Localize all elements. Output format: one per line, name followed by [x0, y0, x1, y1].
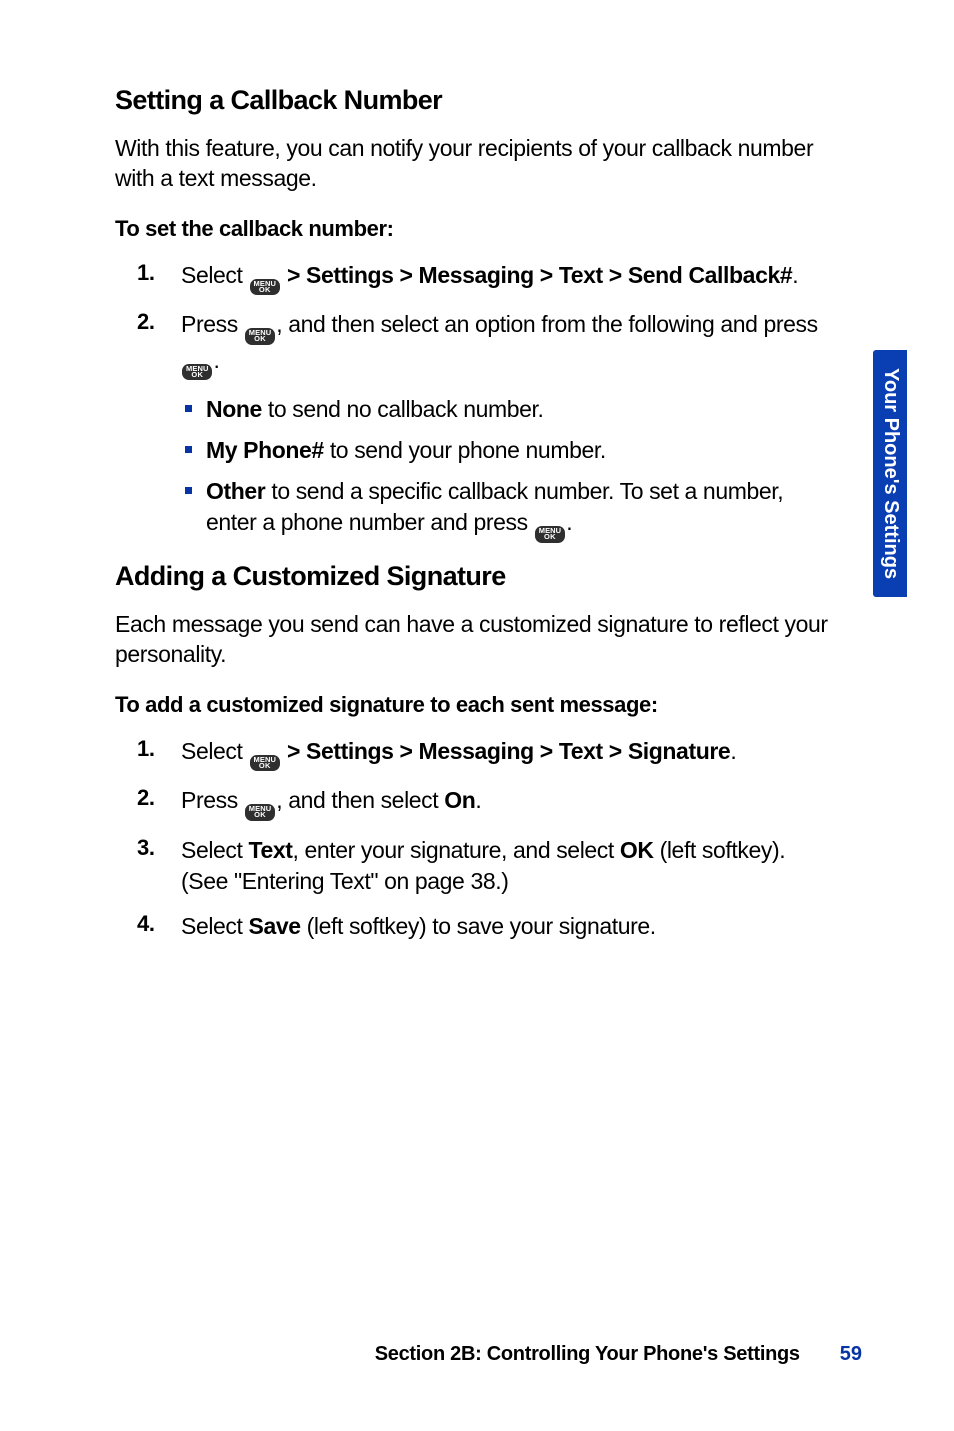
- page-content: Setting a Callback Number With this feat…: [115, 85, 835, 956]
- heading-callback: Setting a Callback Number: [115, 85, 835, 116]
- steps-signature: 1. Select MENUOK > Settings > Messaging …: [137, 736, 835, 942]
- menu-ok-icon: MENUOK: [535, 526, 565, 543]
- nav-path: > Settings > Messaging > Text > Send Cal…: [281, 262, 792, 288]
- step-body: Select MENUOK > Settings > Messaging > T…: [181, 736, 835, 772]
- text: to send your phone number.: [324, 437, 606, 463]
- step-number: 1.: [137, 260, 181, 286]
- text: .: [730, 738, 736, 764]
- text-on: On: [444, 787, 475, 813]
- step-item: 2. Press MENUOK, and then select an opti…: [137, 309, 835, 380]
- page-number: 59: [840, 1343, 862, 1366]
- text: to send no callback number.: [262, 396, 544, 422]
- step-number: 4.: [137, 911, 181, 937]
- text: .: [213, 347, 219, 373]
- subhead-callback: To set the callback number:: [115, 216, 835, 242]
- heading-signature: Adding a Customized Signature: [115, 561, 835, 592]
- nav-path: > Settings > Messaging > Text > Signatur…: [281, 738, 730, 764]
- text: Select: [181, 262, 249, 288]
- step-body: Select Save (left softkey) to save your …: [181, 911, 835, 942]
- text: Select: [181, 913, 249, 939]
- step-body: Press MENUOK, and then select On.: [181, 785, 835, 821]
- text: Press: [181, 787, 244, 813]
- step-number: 2.: [137, 785, 181, 811]
- bullet-body: Other to send a specific callback number…: [206, 476, 835, 543]
- bullet-item: None to send no callback number.: [185, 394, 835, 425]
- step-item: 4. Select Save (left softkey) to save yo…: [137, 911, 835, 942]
- step-number: 1.: [137, 736, 181, 762]
- menu-ok-icon: MENUOK: [245, 328, 275, 345]
- text: Select: [181, 837, 249, 863]
- text: , and then select an option from the fol…: [276, 311, 817, 337]
- intro-callback: With this feature, you can notify your r…: [115, 134, 835, 194]
- text: to send a specific callback number. To s…: [206, 478, 783, 535]
- step-body: Select Text, enter your signature, and s…: [181, 835, 835, 897]
- step-item: 1. Select MENUOK > Settings > Messaging …: [137, 260, 835, 296]
- bullet-item: My Phone# to send your phone number.: [185, 435, 835, 466]
- menu-ok-icon: MENUOK: [250, 279, 280, 296]
- step-body: Select MENUOK > Settings > Messaging > T…: [181, 260, 835, 296]
- text: , and then select: [276, 787, 444, 813]
- menu-ok-icon: MENUOK: [245, 804, 275, 821]
- steps-callback: 1. Select MENUOK > Settings > Messaging …: [137, 260, 835, 381]
- step-number: 3.: [137, 835, 181, 861]
- step-number: 2.: [137, 309, 181, 335]
- bullet-body: My Phone# to send your phone number.: [206, 435, 835, 466]
- bullet-list-callback: None to send no callback number. My Phon…: [185, 394, 835, 543]
- bullet-icon: [185, 487, 192, 494]
- bullet-icon: [185, 405, 192, 412]
- step-item: 1. Select MENUOK > Settings > Messaging …: [137, 736, 835, 772]
- text: .: [566, 509, 572, 535]
- text: , enter your signature, and select: [293, 837, 620, 863]
- side-tab-label: Your Phone's Settings: [877, 360, 904, 587]
- subhead-signature: To add a customized signature to each se…: [115, 692, 835, 718]
- bullet-icon: [185, 446, 192, 453]
- bullet-label: Other: [206, 478, 265, 504]
- intro-signature: Each message you send can have a customi…: [115, 610, 835, 670]
- text-bold: Text: [249, 837, 293, 863]
- page-footer: Section 2B: Controlling Your Phone's Set…: [0, 1343, 954, 1366]
- bullet-label: My Phone#: [206, 437, 324, 463]
- menu-ok-icon: MENUOK: [182, 364, 212, 381]
- bullet-item: Other to send a specific callback number…: [185, 476, 835, 543]
- bullet-label: None: [206, 396, 262, 422]
- text-bold: Save: [249, 913, 301, 939]
- step-item: 2. Press MENUOK, and then select On.: [137, 785, 835, 821]
- text-bold: OK: [620, 837, 654, 863]
- menu-ok-icon: MENUOK: [250, 755, 280, 772]
- text: Press: [181, 311, 244, 337]
- bullet-body: None to send no callback number.: [206, 394, 835, 425]
- text: .: [475, 787, 481, 813]
- text: (left softkey) to save your signature.: [301, 913, 656, 939]
- step-body: Press MENUOK, and then select an option …: [181, 309, 835, 380]
- step-item: 3. Select Text, enter your signature, an…: [137, 835, 835, 897]
- text: .: [792, 262, 798, 288]
- text: Select: [181, 738, 249, 764]
- footer-section-title: Section 2B: Controlling Your Phone's Set…: [375, 1343, 800, 1366]
